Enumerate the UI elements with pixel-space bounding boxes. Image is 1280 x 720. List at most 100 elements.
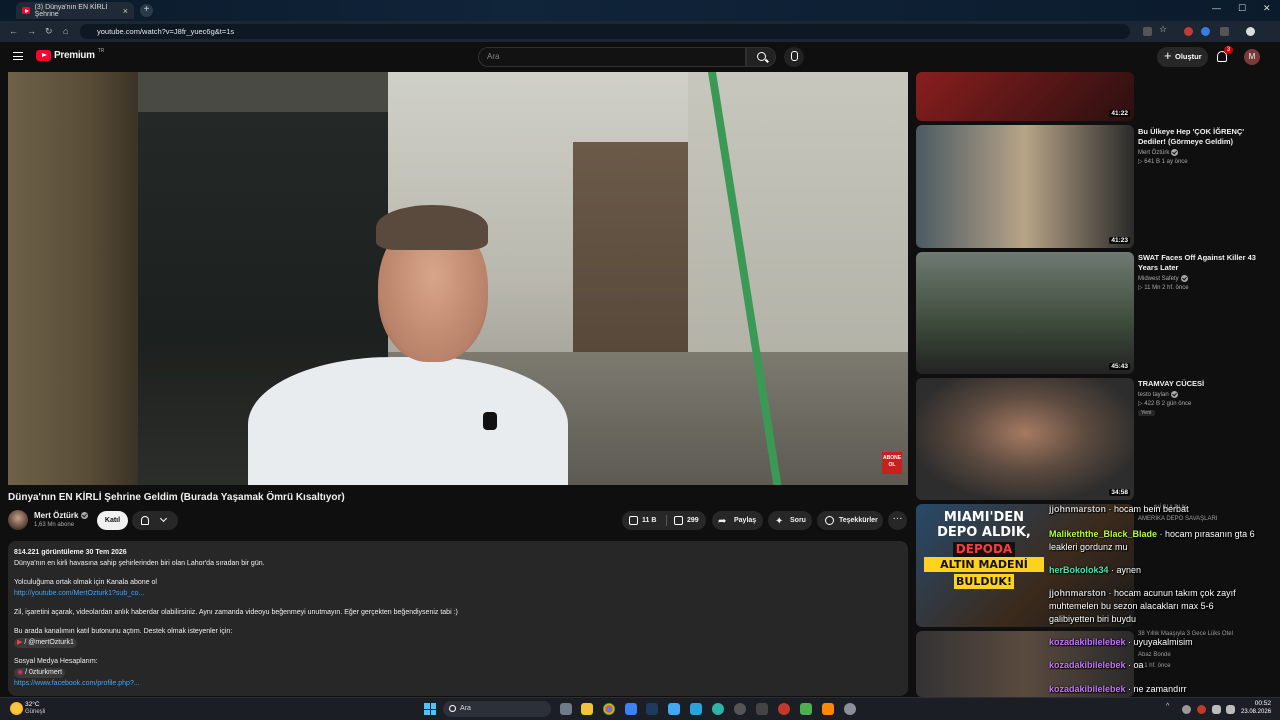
facebook-link[interactable]: https://www.facebook.com/profile.php?...	[14, 679, 902, 689]
thanks-button[interactable]: Teşekkürler	[817, 511, 883, 530]
more-actions-button[interactable]: ···	[888, 511, 907, 530]
recommendation-title[interactable]: Bu Ülkeye Hep 'ÇOK İĞRENÇ' Dediler! (Gör…	[1138, 127, 1268, 147]
dislike-button[interactable]: 299	[666, 511, 706, 530]
recommendation-title[interactable]: SWAT Faces Off Against Killer 43 Years L…	[1138, 253, 1268, 273]
join-button[interactable]: Katıl	[97, 511, 128, 530]
clock-date[interactable]: 23.08.2026	[1241, 709, 1271, 715]
app-icon[interactable]	[800, 703, 812, 715]
recommendation-title[interactable]: TRAMVAY CÜCESİ	[1138, 379, 1268, 389]
window-maximize-button[interactable]: ☐	[1238, 3, 1246, 14]
hamburger-menu-icon[interactable]	[13, 52, 23, 60]
chrome-icon[interactable]	[603, 703, 615, 715]
home-icon[interactable]: ⌂	[63, 26, 68, 36]
description-box[interactable]: 814.221 görüntüleme 30 Tem 2026 Dünya'nı…	[8, 541, 908, 696]
telegram-icon[interactable]	[690, 703, 702, 715]
task-view-icon[interactable]	[560, 703, 572, 715]
youtube-handle: / @mertOzturk1	[24, 639, 74, 646]
create-button[interactable]: Oluştur	[1157, 46, 1208, 67]
recommendation-channel-name: testo taylan	[1138, 391, 1169, 398]
weather-description[interactable]: Güneşli	[25, 709, 45, 715]
file-explorer-icon[interactable]	[581, 703, 593, 715]
bell-icon	[141, 516, 149, 525]
tray-app-icon[interactable]	[1197, 705, 1206, 714]
subscribe-link[interactable]: http://youtube.com/MertOzturk1?sub_co...	[14, 589, 902, 599]
network-icon[interactable]	[1212, 705, 1221, 714]
instagram-handle-link[interactable]: ◉ / 0zturkmert	[14, 668, 66, 678]
chevron-down-icon	[159, 514, 168, 523]
video-duration: 41:23	[1109, 237, 1130, 244]
profile-icon[interactable]	[1246, 27, 1255, 36]
search-icon	[757, 52, 766, 61]
windows-start-icon[interactable]	[424, 703, 436, 715]
chat-username: kozadakibilelebek	[1049, 637, 1126, 647]
weather-sun-icon[interactable]	[10, 702, 23, 715]
super-thanks-icon	[825, 516, 834, 525]
recommendation-channel[interactable]: Midwest Safety	[1138, 275, 1188, 282]
search-input[interactable]: Ara	[478, 47, 746, 67]
search-button[interactable]	[746, 47, 776, 67]
youtube-handle-link[interactable]: ▶ / @mertOzturk1	[14, 638, 77, 648]
youtube-premium-logo[interactable]: Premium TR	[36, 48, 104, 61]
browser-tab-active[interactable]: (3) Dünya'nın EN KİRLİ Şehrine ×	[16, 2, 134, 19]
chat-username: Malikeththe_Black_Blade	[1049, 529, 1158, 539]
video-player[interactable]: ABONE OL	[8, 72, 908, 485]
chat-username: herBokolok34	[1049, 565, 1109, 575]
extension-icon[interactable]	[1184, 27, 1193, 36]
video-frame-lapel-mic	[483, 412, 497, 430]
video-frame-person-hair	[376, 205, 488, 250]
ask-button[interactable]: Soru	[768, 511, 812, 531]
youtube-header: Premium TR Ara Oluştur 3 M	[0, 42, 1280, 72]
extensions-puzzle-icon[interactable]	[1220, 27, 1229, 36]
chat-message: jjohnmarston · hocam bein berbat	[1049, 504, 1189, 514]
window-close-button[interactable]: ✕	[1263, 3, 1271, 14]
terminal-icon[interactable]	[646, 703, 658, 715]
cast-icon[interactable]	[1143, 27, 1152, 36]
voice-search-mic-icon[interactable]	[784, 47, 804, 67]
weather-temperature[interactable]: 32°C	[25, 701, 40, 708]
description-line: Bu arada kanalımın katıl butonunu açtım.…	[14, 628, 233, 635]
recommendation-thumbnail[interactable]: 41:23	[916, 125, 1134, 248]
chat-message: Malikeththe_Black_Blade · hocam pırasanı…	[1049, 529, 1255, 552]
recommendation-thumbnail[interactable]: 34:58	[916, 378, 1134, 500]
volume-icon[interactable]	[1226, 705, 1235, 714]
view-count-date: 814.221 görüntüleme 30 Tem 2026	[14, 549, 127, 556]
thumb-headline: DEPO ALDIK,	[937, 525, 1031, 540]
forward-arrow-icon[interactable]: →	[27, 26, 36, 36]
subscribed-bell-button[interactable]	[132, 511, 178, 530]
vlc-icon[interactable]	[822, 703, 834, 715]
chat-message: herBokolok34 · aynen	[1049, 565, 1142, 575]
channel-name-link[interactable]: Mert Öztürk	[34, 511, 89, 520]
recommendation-thumbnail[interactable]: 45:43	[916, 252, 1134, 374]
new-tab-button[interactable]: +	[140, 4, 153, 17]
bookmark-star-icon[interactable]: ☆	[1159, 24, 1168, 34]
clock-time[interactable]: 00:52	[1241, 700, 1271, 707]
app-icon[interactable]	[734, 703, 746, 715]
photos-icon[interactable]	[668, 703, 680, 715]
app-icon[interactable]	[756, 703, 768, 715]
url-input[interactable]: youtube.com/watch?v=J8fr_yuec6g&t=1s	[80, 24, 1130, 39]
extension-icon[interactable]	[1201, 27, 1210, 36]
app-icon[interactable]	[712, 703, 724, 715]
tab-close-icon[interactable]: ×	[123, 6, 128, 16]
settings-gear-icon[interactable]	[844, 703, 856, 715]
window-minimize-button[interactable]: —	[1212, 3, 1221, 13]
recommendation-channel[interactable]: testo taylan	[1138, 391, 1178, 398]
recommendation-thumbnail[interactable]: 41:22	[916, 72, 1134, 121]
reload-icon[interactable]: ↻	[45, 26, 53, 37]
tray-app-icon[interactable]	[1182, 705, 1191, 714]
thumbs-up-icon	[629, 516, 638, 525]
back-arrow-icon[interactable]: ←	[9, 26, 18, 36]
instagram-icon: ◉	[17, 669, 26, 676]
recommendation-channel[interactable]: Mert Öztürk	[1138, 149, 1179, 156]
subscribe-watermark[interactable]: ABONE OL	[882, 452, 902, 474]
record-icon[interactable]	[778, 703, 790, 715]
video-duration: 34:58	[1109, 489, 1130, 496]
taskbar-search-input[interactable]: Ara	[443, 701, 551, 717]
share-button[interactable]: Paylaş	[712, 511, 763, 531]
video-title: Dünya'nın EN KİRLİ Şehrine Geldim (Burad…	[8, 492, 345, 503]
channel-avatar[interactable]	[8, 510, 28, 530]
chat-text: aynen	[1116, 565, 1142, 575]
tray-overflow-icon[interactable]: ^	[1166, 703, 1169, 710]
mail-icon[interactable]	[625, 703, 637, 715]
account-avatar[interactable]: M	[1244, 49, 1260, 65]
